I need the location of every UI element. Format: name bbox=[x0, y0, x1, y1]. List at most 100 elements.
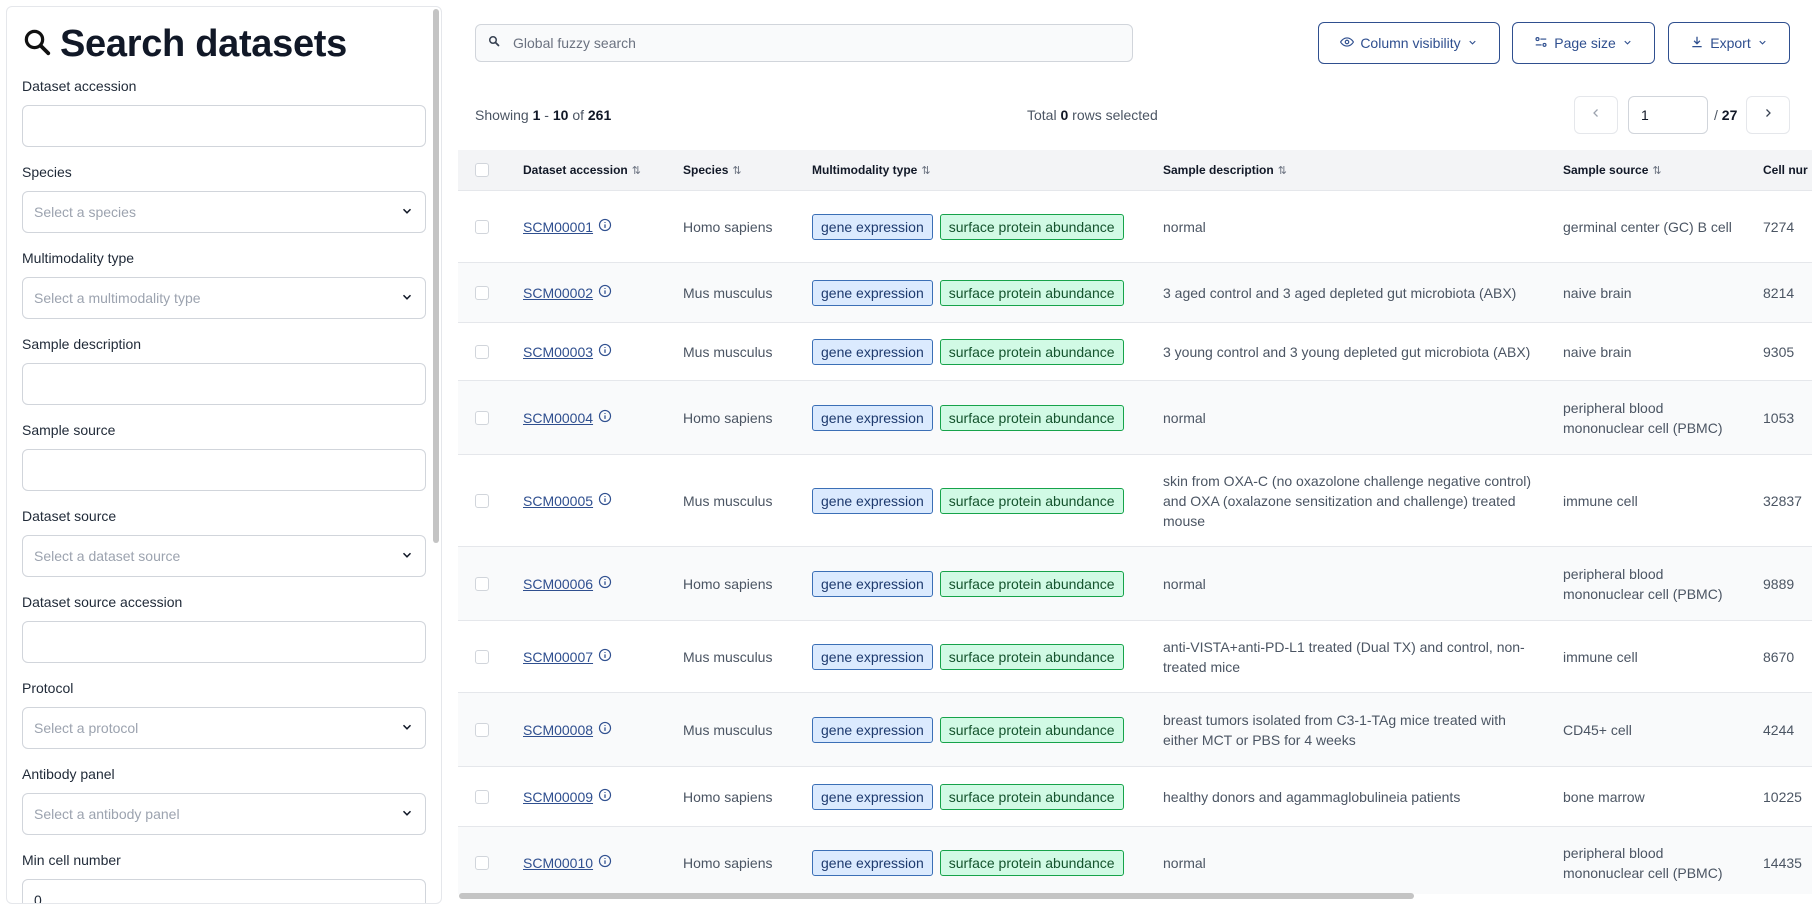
row-checkbox[interactable] bbox=[475, 577, 489, 591]
row-checkbox[interactable] bbox=[475, 286, 489, 300]
filter-select[interactable]: Select a species bbox=[22, 191, 426, 233]
field-label: Min cell number bbox=[22, 852, 121, 868]
column-header[interactable]: Species ⇅ bbox=[683, 150, 742, 190]
dataset-accession-link[interactable]: SCM00009 bbox=[523, 767, 612, 827]
accession-text[interactable]: SCM00009 bbox=[523, 787, 593, 807]
sort-icon[interactable]: ⇅ bbox=[921, 165, 930, 177]
range-from: 1 bbox=[532, 107, 541, 123]
info-icon[interactable] bbox=[598, 647, 612, 667]
filter-select[interactable]: Select a multimodality type bbox=[22, 277, 426, 319]
accession-text[interactable]: SCM00006 bbox=[523, 574, 593, 594]
dataset-accession-link[interactable]: SCM00005 bbox=[523, 455, 612, 547]
accession-text[interactable]: SCM00004 bbox=[523, 408, 593, 428]
column-header[interactable]: Cell nur bbox=[1763, 150, 1808, 190]
sidebar-scrollbar[interactable] bbox=[433, 9, 439, 543]
column-visibility-button[interactable]: Column visibility bbox=[1318, 22, 1500, 64]
table-horizontal-scrollbar[interactable] bbox=[459, 893, 1414, 899]
column-header[interactable]: Sample source ⇅ bbox=[1563, 150, 1662, 190]
row-checkbox[interactable] bbox=[475, 650, 489, 664]
filter-text-input[interactable]: 0 bbox=[22, 879, 426, 903]
dataset-accession-link[interactable]: SCM00002 bbox=[523, 263, 612, 323]
info-icon[interactable] bbox=[598, 787, 612, 807]
table-row: SCM00009 Homo sapiens gene expression surfa… bbox=[458, 766, 1812, 826]
dataset-accession-link[interactable]: SCM00001 bbox=[523, 191, 612, 263]
row-checkbox[interactable] bbox=[475, 790, 489, 804]
row-checkbox[interactable] bbox=[475, 723, 489, 737]
filter-text-input[interactable] bbox=[22, 105, 426, 147]
prev-page-button[interactable] bbox=[1574, 96, 1618, 134]
page-number-input[interactable]: 1 bbox=[1628, 96, 1708, 134]
modality-tag: surface protein abundance bbox=[939, 280, 1124, 306]
column-header[interactable]: Dataset accession ⇅ bbox=[523, 150, 641, 190]
sort-icon[interactable]: ⇅ bbox=[1652, 165, 1661, 177]
multimodality-cell: gene expression surface protein abundance bbox=[812, 827, 1124, 894]
accession-text[interactable]: SCM00005 bbox=[523, 491, 593, 511]
export-button[interactable]: Export bbox=[1668, 22, 1790, 64]
sample-description-cell: breast tumors isolated from C3-1-TAg mic… bbox=[1163, 712, 1506, 748]
eye-icon bbox=[1340, 35, 1355, 52]
info-icon[interactable] bbox=[598, 408, 612, 428]
next-page-button[interactable] bbox=[1746, 96, 1790, 134]
info-icon[interactable] bbox=[598, 342, 612, 362]
species-cell: Mus musculus bbox=[683, 722, 773, 738]
column-header[interactable]: Multimodality type ⇅ bbox=[812, 150, 931, 190]
accession-text[interactable]: SCM00008 bbox=[523, 720, 593, 740]
species-cell: Mus musculus bbox=[683, 285, 773, 301]
cell-number-cell: 7274 bbox=[1763, 219, 1795, 235]
dataset-accession-link[interactable]: SCM00007 bbox=[523, 621, 612, 693]
row-checkbox[interactable] bbox=[475, 411, 489, 425]
filter-text-input[interactable] bbox=[22, 363, 426, 405]
info-icon[interactable] bbox=[598, 853, 612, 873]
filter-select[interactable]: Select a protocol bbox=[22, 707, 426, 749]
filter-field: Multimodality type Select a multimodality… bbox=[22, 247, 426, 319]
sort-icon[interactable]: ⇅ bbox=[732, 165, 741, 177]
search-icon bbox=[488, 34, 513, 52]
chevron-down-icon bbox=[400, 720, 414, 737]
datasets-table: Dataset accession ⇅ Species ⇅ Multimodality … bbox=[458, 150, 1812, 894]
sample-source-cell: bone marrow bbox=[1563, 789, 1645, 805]
page-size-button[interactable]: Page size bbox=[1512, 22, 1655, 64]
modality-tag: gene expression bbox=[812, 280, 933, 306]
filter-field: Min cell number 0 bbox=[22, 849, 426, 903]
info-icon[interactable] bbox=[598, 720, 612, 740]
modality-tag: gene expression bbox=[812, 405, 933, 431]
accession-text[interactable]: SCM00010 bbox=[523, 853, 593, 873]
species-cell: Mus musculus bbox=[683, 649, 773, 665]
field-label: Dataset source bbox=[22, 508, 117, 524]
modality-tag: surface protein abundance bbox=[939, 644, 1124, 670]
selection-summary: Total 0 rows selected bbox=[1027, 107, 1158, 123]
modality-tag: gene expression bbox=[812, 339, 933, 365]
filter-text-input[interactable] bbox=[22, 449, 426, 491]
global-search-input[interactable]: Global fuzzy search bbox=[475, 24, 1133, 62]
sort-icon[interactable]: ⇅ bbox=[1278, 165, 1287, 177]
accession-text[interactable]: SCM00003 bbox=[523, 342, 593, 362]
dataset-accession-link[interactable]: SCM00004 bbox=[523, 381, 612, 455]
accession-text[interactable]: SCM00001 bbox=[523, 217, 593, 237]
info-icon[interactable] bbox=[598, 283, 612, 303]
info-icon[interactable] bbox=[598, 574, 612, 594]
filter-select[interactable]: Select a dataset source bbox=[22, 535, 426, 577]
accession-text[interactable]: SCM00002 bbox=[523, 283, 593, 303]
field-label: Protocol bbox=[22, 680, 74, 696]
row-checkbox[interactable] bbox=[475, 220, 489, 234]
row-checkbox[interactable] bbox=[475, 494, 489, 508]
row-checkbox[interactable] bbox=[475, 345, 489, 359]
sort-icon[interactable]: ⇅ bbox=[632, 165, 641, 177]
chevron-right-icon bbox=[1762, 106, 1774, 124]
dataset-accession-link[interactable]: SCM00010 bbox=[523, 827, 612, 894]
cell-number-cell: 14435 bbox=[1763, 855, 1802, 871]
column-header[interactable]: Sample description ⇅ bbox=[1163, 150, 1287, 190]
row-checkbox[interactable] bbox=[475, 856, 489, 870]
dataset-accession-link[interactable]: SCM00006 bbox=[523, 547, 612, 621]
dataset-accession-link[interactable]: SCM00003 bbox=[523, 323, 612, 381]
select-all-checkbox[interactable] bbox=[475, 163, 489, 177]
accession-text[interactable]: SCM00007 bbox=[523, 647, 593, 667]
dataset-accession-link[interactable]: SCM00008 bbox=[523, 693, 612, 767]
info-icon[interactable] bbox=[598, 491, 612, 511]
info-icon[interactable] bbox=[598, 217, 612, 237]
table-row: SCM00010 Homo sapiens gene expression surfa… bbox=[458, 826, 1812, 894]
multimodality-cell: gene expression surface protein abundance bbox=[812, 191, 1124, 263]
sample-source-cell: immune cell bbox=[1563, 649, 1638, 665]
filter-text-input[interactable] bbox=[22, 621, 426, 663]
filter-select[interactable]: Select a antibody panel bbox=[22, 793, 426, 835]
